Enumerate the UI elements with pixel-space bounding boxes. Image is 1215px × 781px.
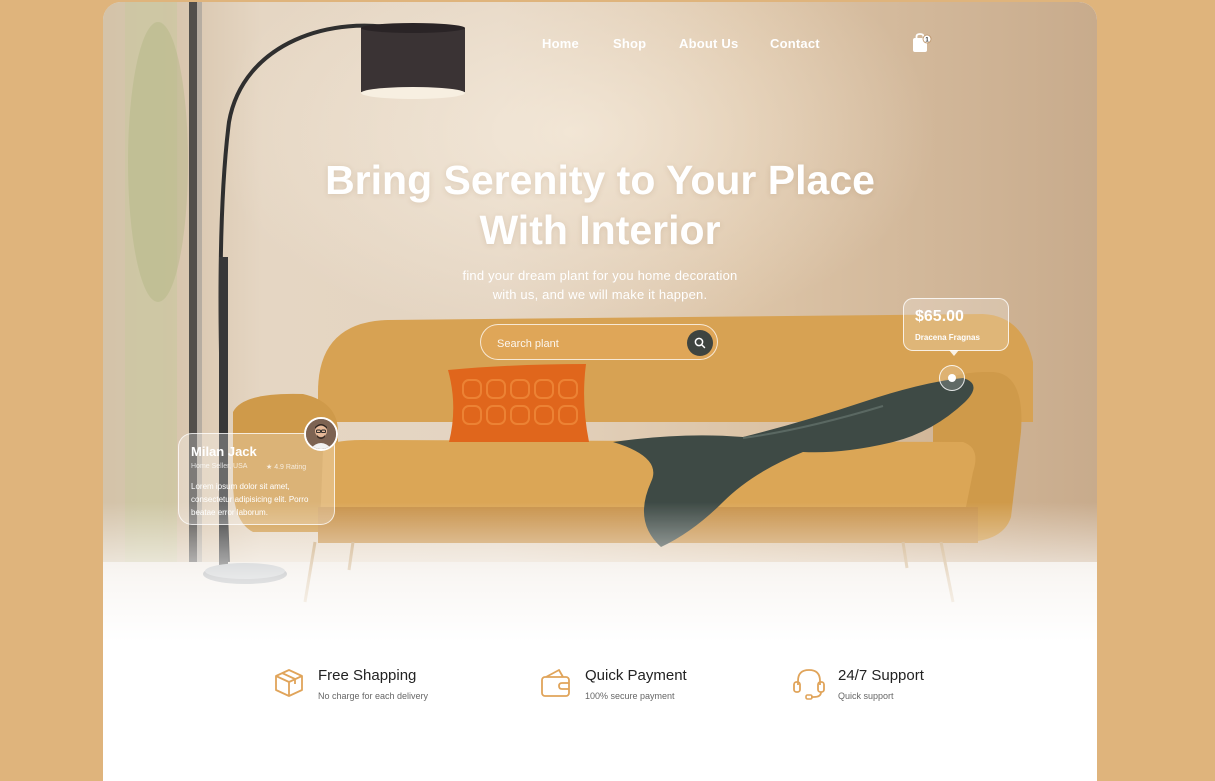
shopping-bag-icon: 1 [913, 33, 932, 52]
headline-line-1: Bring Serenity to Your Place [325, 157, 875, 203]
hero-subtitle: find your dream plant for you home decor… [400, 266, 800, 304]
product-hotspot[interactable] [939, 365, 965, 391]
feature-subtitle: Quick support [838, 691, 894, 701]
reviewer-rating: ★ 4.9 Rating [266, 464, 307, 471]
box-icon [275, 669, 303, 697]
landing-page: Home Shop About Us Contact 1 Bring Seren… [103, 2, 1097, 781]
feature-title: Free Shapping [318, 667, 417, 684]
nav-shop[interactable]: Shop [613, 36, 646, 51]
subtitle-line-1: find your dream plant for you home decor… [462, 268, 738, 283]
product-price-tag[interactable]: $65.00 Dracena Fragnas [903, 298, 1009, 351]
hero-section: Home Shop About Us Contact 1 Bring Seren… [103, 2, 1097, 642]
feature-quick-payment: Quick Payment 100% secure payment [539, 662, 739, 712]
search-button[interactable] [687, 330, 713, 356]
search-input[interactable] [495, 334, 679, 354]
search-icon [694, 337, 706, 349]
person-avatar-icon [306, 419, 336, 449]
feature-subtitle: 100% secure payment [585, 691, 675, 701]
price-tag-pointer [949, 350, 959, 356]
feature-title: 24/7 Support [838, 667, 924, 684]
feature-subtitle: No charge for each delivery [318, 691, 429, 701]
avatar [304, 417, 338, 451]
features-row: Free Shapping No charge for each deliver… [103, 662, 1097, 722]
review-text: Lorem ipsum dolor sit amet, consectetur … [191, 482, 309, 517]
reviewer-role: Home Seller, USA [191, 463, 248, 470]
main-nav: Home Shop About Us Contact [103, 36, 1097, 56]
headset-icon [793, 669, 825, 700]
nav-contact[interactable]: Contact [770, 36, 820, 51]
feature-free-shipping: Free Shapping No charge for each deliver… [272, 662, 472, 712]
feature-title: Quick Payment [585, 667, 687, 684]
product-name: Dracena Fragnas [915, 333, 980, 342]
feature-support: 24/7 Support Quick support [792, 662, 992, 712]
wallet-icon [541, 669, 570, 697]
reviewer-name: Milan Jack [191, 444, 257, 459]
headline-line-2: With Interior [479, 207, 721, 253]
search-bar [480, 324, 718, 360]
subtitle-line-2: with us, and we will make it happen. [492, 287, 708, 302]
hero-headline: Bring Serenity to Your Place With Interi… [103, 155, 1097, 255]
cart-button[interactable]: 1 [910, 32, 932, 54]
nav-home[interactable]: Home [542, 36, 579, 51]
hotspot-dot [948, 374, 956, 382]
nav-about-us[interactable]: About Us [679, 36, 738, 51]
product-price: $65.00 [915, 308, 964, 325]
